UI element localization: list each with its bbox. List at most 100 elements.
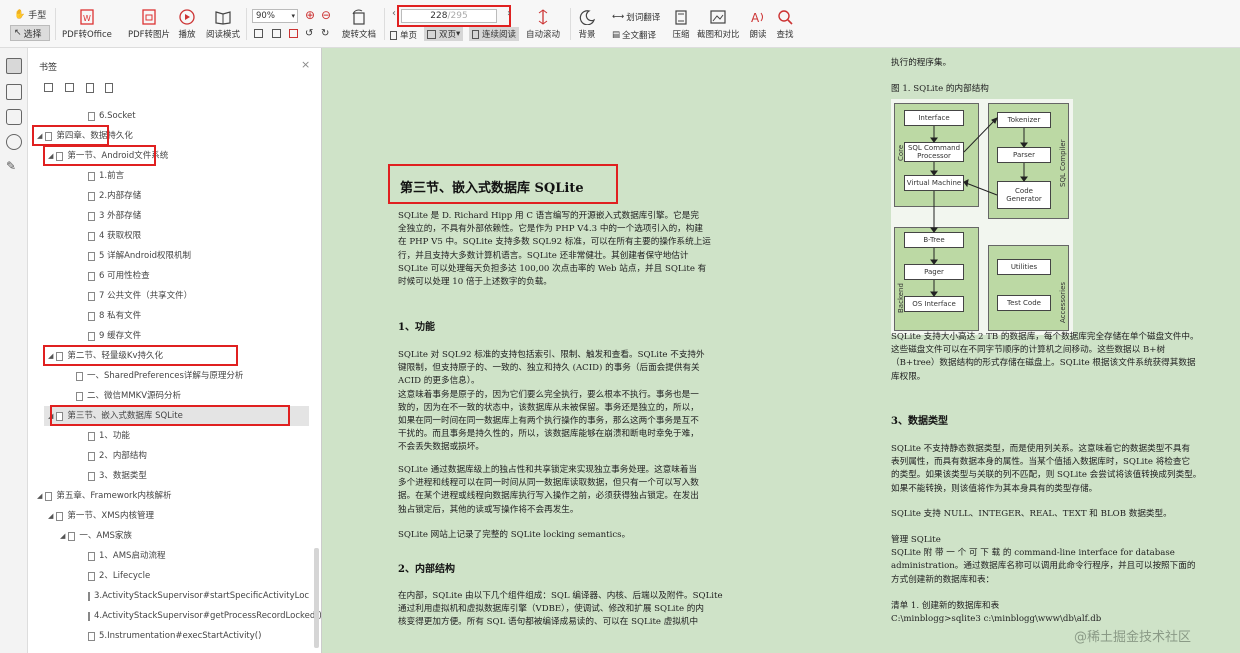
expand-triangle-icon[interactable]: ◢ (48, 506, 53, 526)
expand-triangle-icon[interactable]: ◢ (37, 486, 42, 506)
rotate-doc-icon (352, 9, 365, 25)
expand-triangle-icon[interactable]: ◢ (60, 526, 65, 546)
continuous-icon (472, 29, 479, 39)
bookmark-item[interactable]: ◢ 一、AMS家族 (28, 526, 309, 546)
single-page-button[interactable]: 单页 (390, 29, 417, 41)
bookmark-item[interactable]: 2、Lifecycle (28, 566, 309, 586)
expand-all-icon[interactable] (44, 83, 53, 92)
bookmark-panel-title: 书签 (39, 63, 58, 73)
play-icon (179, 9, 195, 25)
bookmark-item[interactable]: 4 获取权限 (28, 226, 309, 246)
moon-icon (579, 10, 596, 25)
bookmark-label: 6.Socket (99, 111, 136, 121)
bookmark-page-icon (45, 491, 53, 501)
read-aloud-button[interactable]: A 朗读 (749, 9, 767, 40)
word-translate-button[interactable]: ⟷ 划词翻译 (612, 11, 660, 23)
bookmark-item[interactable]: 3.ActivityStackSupervisor#startSpecificA… (28, 586, 309, 606)
bookmark-label: 3 外部存储 (99, 211, 142, 221)
rotate-left-icon[interactable]: ↺ (305, 28, 313, 39)
compress-button[interactable]: 压缩 (672, 9, 690, 40)
screenshot-compare-button[interactable]: 截图和对比 (697, 9, 740, 40)
listing-1-text: 清单 1. 创建新的数据库和表 C:\minblogg>sqlite3 c:\mi… (891, 600, 1101, 626)
bookmark-label: 3、数据类型 (99, 471, 147, 481)
watermark-text: @稀土掘金技术社区 (1074, 630, 1192, 645)
search-button[interactable]: 查找 (776, 9, 794, 40)
text-line: 这意味着事务是原子的，因为它们要么完全执行，要么根本不执行。事务也是一 (398, 389, 699, 400)
bookmark-page-icon (88, 551, 95, 561)
bookmark-item[interactable]: ◢ 第五章、Framework内核解析 (28, 486, 309, 506)
pdf-to-office-button[interactable]: W PDF转Office (62, 9, 112, 40)
read-mode-button[interactable]: 阅读模式 (206, 9, 240, 40)
bookmark-item[interactable]: 7 公共文件（共享文件） (28, 286, 309, 306)
text-line: 这些磁盘文件可以在不同字节顺序的计算机之间移动。这些数据以 B+树 (891, 345, 1166, 356)
bookmark-item[interactable]: 8 私有文件 (28, 306, 309, 326)
double-page-button[interactable]: 双页 ▾ (424, 27, 464, 41)
bookmark-label: 4 获取权限 (99, 231, 142, 241)
auto-scroll-button[interactable]: 自动滚动 (526, 9, 560, 40)
svg-text:A: A (751, 11, 760, 25)
add-bookmark-icon[interactable] (86, 83, 94, 93)
next-page-icon[interactable]: › (507, 8, 511, 19)
full-translate-button[interactable]: ▤ 全文翻译 (612, 29, 656, 41)
bookmark-item[interactable]: 1、AMS启动流程 (28, 546, 309, 566)
text-line: SQLite 不支持静态数据类型，而是使用列关系。这意味着它的数据类型不具有 (891, 444, 1191, 454)
bookmark-item[interactable]: 1、功能 (28, 426, 309, 446)
bookmark-item[interactable]: 一、SharedPreferences详解与原理分析 (28, 366, 309, 386)
bookmark-item[interactable]: 2.内部存储 (28, 186, 309, 206)
bookmark-page-icon (88, 111, 95, 121)
zoom-in-icon[interactable]: ⊕ (305, 8, 315, 22)
bookmark-page-icon (88, 271, 95, 281)
text-line: SQLite 是 D. Richard Hipp 用 C 语言编写的开源嵌入式数… (398, 211, 699, 221)
bookmark-item[interactable]: 9 缓存文件 (28, 326, 309, 346)
bookmark-item[interactable]: 1.前言 (28, 166, 309, 186)
zoom-out-icon[interactable]: ⊖ (321, 8, 331, 22)
search-icon (778, 10, 793, 25)
bookmark-panel-icon[interactable] (6, 58, 22, 74)
text-line: 表列属性，而具有数据本身的属性。当某个值插入数据库时，SQLite 将检查它 (891, 457, 1191, 468)
bookmark-item[interactable]: 二、微信MMKV源码分析 (28, 386, 309, 406)
bookmark-icon[interactable] (105, 83, 113, 93)
bookmark-item[interactable]: 6.Socket (28, 106, 309, 126)
hand-tool-button[interactable]: ✋ 手型 (14, 8, 46, 22)
bookmark-page-icon (88, 591, 90, 601)
bookmark-item[interactable]: 3、数据类型 (28, 466, 309, 486)
zoom-select[interactable]: 90% ▾ (252, 9, 298, 23)
collapse-all-icon[interactable] (65, 83, 74, 92)
translate-icon: ⟷ (612, 12, 625, 22)
prev-page-icon[interactable]: ‹ (392, 8, 396, 19)
speaker-icon: A (751, 11, 763, 25)
background-button[interactable]: 背景 (578, 9, 596, 40)
bookmark-item[interactable]: 3 外部存储 (28, 206, 309, 226)
comment-icon[interactable] (6, 109, 22, 125)
signature-icon[interactable]: ✎ (6, 159, 22, 175)
text-line: 清单 1. 创建新的数据库和表 (891, 601, 1000, 611)
pdf-to-image-button[interactable]: PDF转图片 (128, 9, 170, 40)
attachment-icon[interactable] (6, 134, 22, 150)
bookmark-scrollbar[interactable] (314, 548, 319, 648)
chevron-down-icon: ▾ (291, 12, 295, 20)
close-icon[interactable]: × (301, 58, 310, 71)
bookmark-page-icon (76, 371, 83, 381)
text-line: 如果在同一时间在同一数据库上有两个执行操作的事务，那么这两个事务是互不 (398, 416, 699, 427)
select-tool-button[interactable]: ↖ 选择 (10, 25, 50, 41)
bookmark-item[interactable]: ◢ 第一节、XMS内核管理 (28, 506, 309, 526)
text-line: （B+tree）数据结构的形式存储在磁盘上。SQLite 根据该文件系统获得其数… (891, 358, 1196, 369)
bookmark-item[interactable]: 6 可用性检查 (28, 266, 309, 286)
bookmark-item[interactable]: 5.Instrumentation#execStartActivity() (28, 626, 309, 646)
text-line: SQLite 附 带 一 个 可 下 载 的 command-line inte… (891, 548, 1175, 559)
figure-caption: 图 1. SQLite 的内部结构 (891, 84, 989, 94)
fit-page-icon[interactable] (254, 29, 263, 38)
bookmark-item[interactable]: 2、内部结构 (28, 446, 309, 466)
hand-icon: ✋ (14, 9, 26, 20)
thumbnail-icon[interactable] (6, 84, 22, 100)
play-button[interactable]: 播放 (178, 9, 196, 40)
bookmark-label: 9 缓存文件 (99, 331, 142, 341)
supported-types-text: SQLite 支持 NULL、INTEGER、REAL、TEXT 和 BLOB … (891, 509, 1172, 519)
actual-size-icon[interactable] (289, 29, 298, 38)
rotate-right-icon[interactable]: ↻ (321, 28, 329, 39)
bookmark-item[interactable]: 4.ActivityStackSupervisor#getProcessReco… (28, 606, 321, 626)
fit-width-icon[interactable] (272, 29, 281, 38)
rotate-doc-button[interactable]: 旋转文档 (342, 9, 376, 40)
continuous-read-button[interactable]: 连续阅读 (469, 27, 520, 41)
bookmark-item[interactable]: 5 详解Android权限机制 (28, 246, 309, 266)
